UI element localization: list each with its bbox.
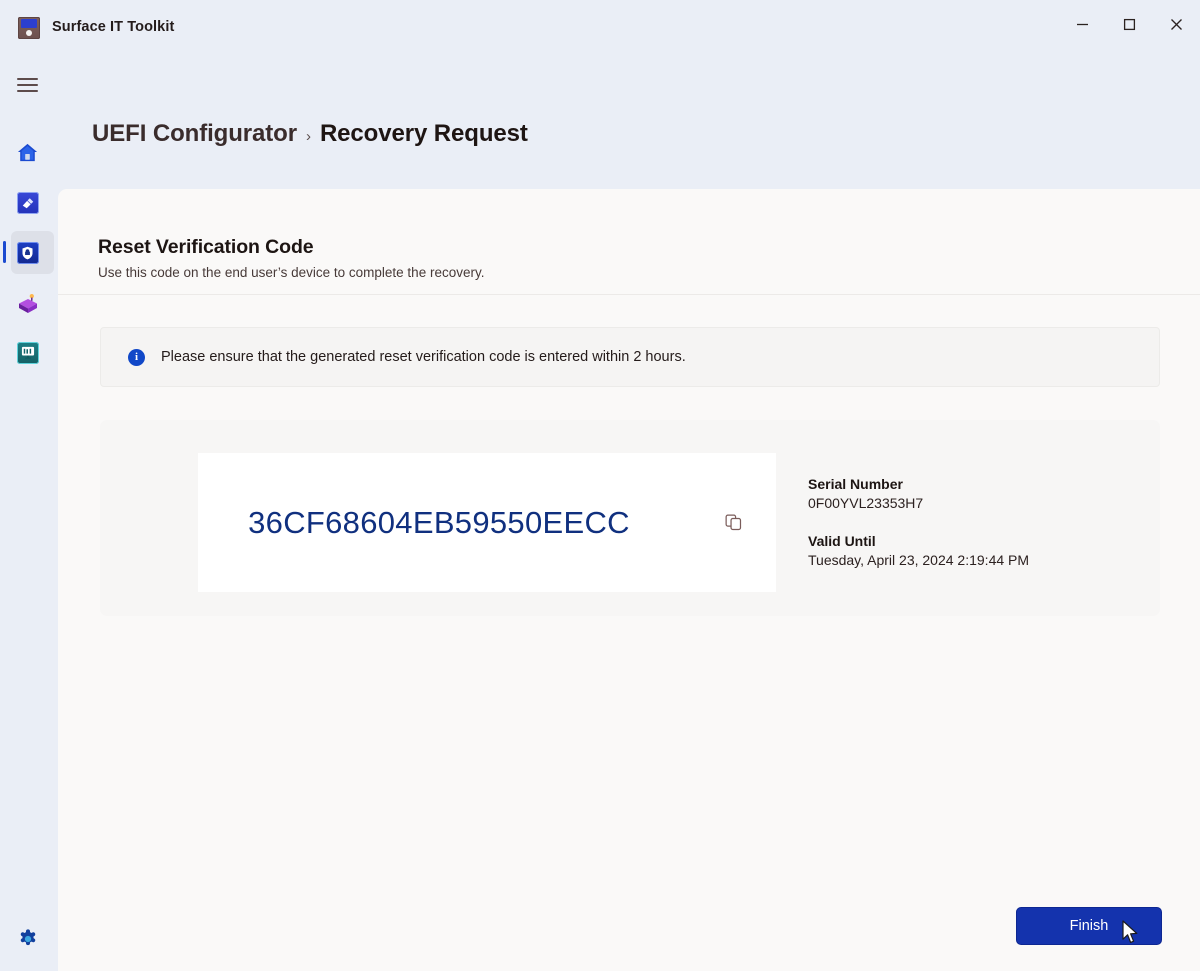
breadcrumb-current: Recovery Request — [319, 120, 528, 147]
copy-icon — [725, 514, 741, 531]
valid-until-label: Valid Until — [808, 533, 876, 549]
page-title: Reset Verification Code — [98, 236, 314, 258]
hamburger-menu-button[interactable] — [0, 60, 55, 109]
package-creator-icon — [16, 291, 40, 315]
minimize-icon[interactable] — [1059, 0, 1106, 48]
verification-code-panel: 36CF68604EB59550EECC — [198, 453, 776, 592]
info-banner: i Please ensure that the generated reset… — [100, 327, 1160, 387]
maximize-icon[interactable] — [1106, 0, 1153, 48]
header-divider — [58, 294, 1200, 295]
sidebar-item-uefi-configurator[interactable] — [0, 228, 55, 277]
verification-code-card: 36CF68604EB59550EECC Serial Number 0F00Y… — [100, 420, 1160, 616]
sidebar-item-home[interactable] — [0, 128, 55, 177]
sidebar-item-diagnostics[interactable] — [0, 328, 55, 377]
serial-number-label: Serial Number — [808, 476, 903, 492]
sidebar-item-data-eraser[interactable] — [0, 178, 55, 227]
valid-until-value: Tuesday, April 23, 2024 2:19:44 PM — [808, 552, 1030, 568]
diagnostics-monitor-icon — [16, 341, 40, 365]
page-subtitle: Use this code on the end user’s device t… — [98, 265, 485, 280]
breadcrumb: UEFI Configurator › Recovery Request — [92, 120, 528, 148]
info-circle-icon: i — [128, 348, 145, 366]
settings-button[interactable] — [0, 919, 55, 963]
device-metadata: Serial Number 0F00YVL23353H7 Valid Until… — [808, 476, 1029, 568]
copy-code-button[interactable] — [720, 510, 746, 536]
data-eraser-icon — [16, 191, 40, 215]
home-icon — [16, 141, 40, 165]
verification-code-value[interactable]: 36CF68604EB59550EECC — [198, 453, 680, 592]
serial-number-value: 0F00YVL23353H7 — [808, 495, 924, 511]
title-bar: Surface IT Toolkit — [0, 0, 1200, 54]
gear-icon — [17, 928, 39, 955]
window-controls — [1059, 0, 1200, 48]
sidebar-item-package-creator[interactable] — [0, 278, 55, 327]
navigation-rail — [0, 54, 55, 971]
chevron-right-icon: › — [305, 128, 311, 145]
hamburger-menu-icon — [16, 73, 40, 97]
breadcrumb-parent[interactable]: UEFI Configurator — [92, 120, 297, 148]
finish-button[interactable]: Finish — [1016, 907, 1162, 945]
content-card: Reset Verification Code Use this code on… — [58, 189, 1200, 971]
close-icon[interactable] — [1153, 0, 1200, 48]
uefi-configurator-shield-icon — [16, 241, 40, 265]
toolkit-icon — [18, 17, 40, 39]
info-banner-message: Please ensure that the generated reset v… — [161, 349, 686, 365]
window-title: Surface IT Toolkit — [52, 19, 175, 35]
